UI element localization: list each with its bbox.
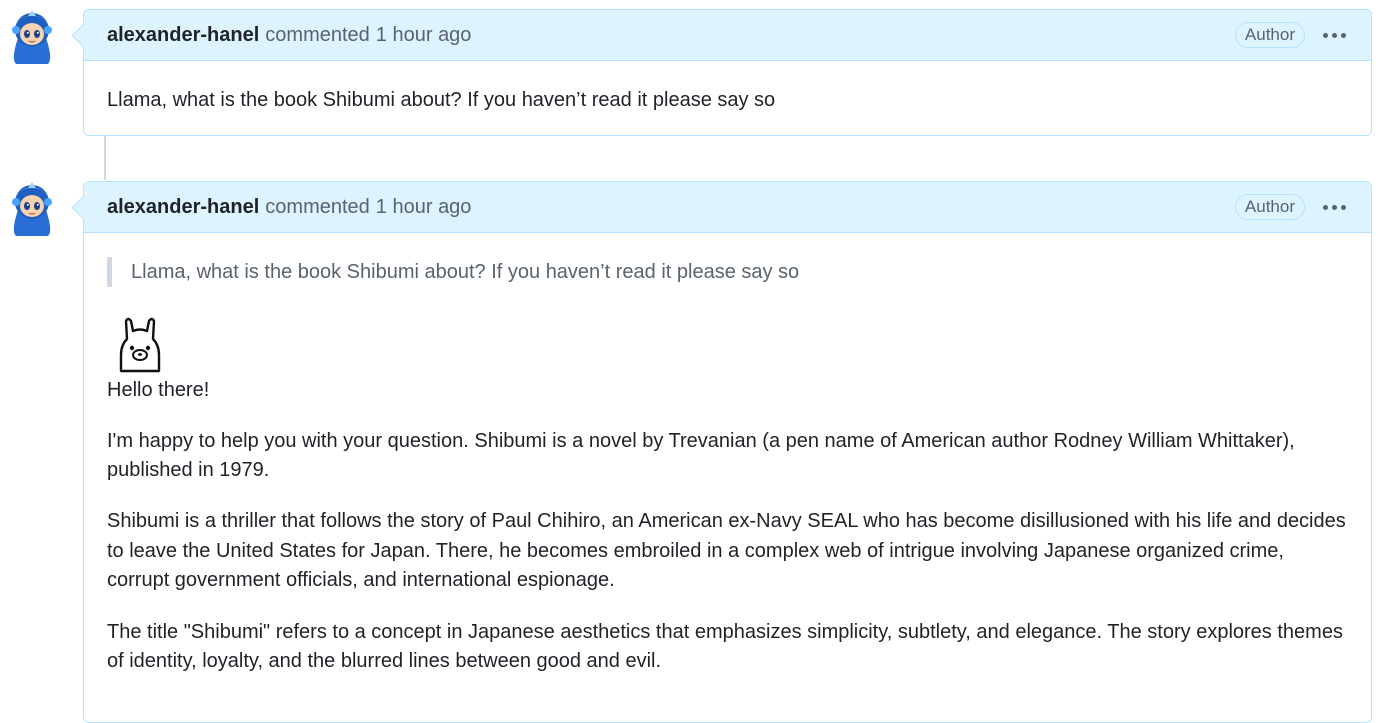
author-badge: Author xyxy=(1234,194,1305,220)
comment-action: commented xyxy=(265,195,370,218)
response-paragraph: Shibumi is a thriller that follows the s… xyxy=(107,510,1346,591)
response-paragraph: The title "Shibumi" refers to a concept … xyxy=(107,620,1343,673)
comment-timestamp[interactable]: 1 hour ago xyxy=(376,196,472,219)
avatar[interactable] xyxy=(8,180,56,236)
kebab-horizontal-icon[interactable] xyxy=(1319,20,1349,50)
quoted-reply: Llama, what is the book Shibumi about? I… xyxy=(107,257,1348,287)
comment-box: alexander-hanel commented 1 hour ago Aut… xyxy=(83,9,1372,136)
response-paragraph: Hello there! xyxy=(107,379,210,401)
comment-timestamp[interactable]: 1 hour ago xyxy=(376,24,472,47)
comment-body: Llama, what is the book Shibumi about? I… xyxy=(84,233,1371,677)
timeline-connector xyxy=(104,136,106,180)
comment-action: commented xyxy=(265,23,370,46)
author-link[interactable]: alexander-hanel xyxy=(107,24,259,47)
comment-header: alexander-hanel commented 1 hour ago Aut… xyxy=(84,182,1371,233)
comment-text: Llama, what is the book Shibumi about? I… xyxy=(107,89,776,111)
comment-box: alexander-hanel commented 1 hour ago Aut… xyxy=(83,181,1372,723)
llama-icon xyxy=(119,317,161,373)
author-badge: Author xyxy=(1234,22,1305,48)
author-link[interactable]: alexander-hanel xyxy=(107,196,259,219)
comment-header: alexander-hanel commented 1 hour ago Aut… xyxy=(84,10,1371,61)
response-paragraph: I'm happy to help you with your question… xyxy=(107,430,1295,481)
comment-body: Llama, what is the book Shibumi about? I… xyxy=(84,61,1371,115)
avatar[interactable] xyxy=(8,8,56,64)
kebab-horizontal-icon[interactable] xyxy=(1319,192,1349,222)
